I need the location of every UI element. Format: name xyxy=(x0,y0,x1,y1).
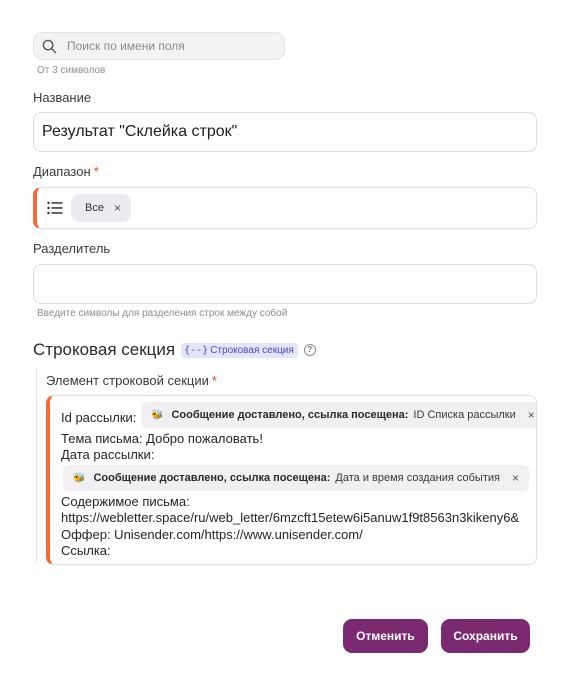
editor-line-offer: Оффер: Unisender.com/https://www.unisend… xyxy=(61,527,363,542)
bee-icon: 🐝 xyxy=(151,409,164,421)
field-search[interactable] xyxy=(33,32,285,60)
search-input[interactable] xyxy=(67,39,267,53)
editor-line-id: Id рассылки: xyxy=(61,410,137,425)
bee-icon: 🐝 xyxy=(73,472,86,484)
badge-label: Строковая секция xyxy=(210,344,294,356)
editor-line-link: Ссылка: xyxy=(61,543,111,558)
event-tag: 🐝 Сообщение доставлено, ссылка посещена:… xyxy=(63,465,529,491)
range-chip: Все × xyxy=(71,194,131,222)
braces-icon: {--} xyxy=(184,344,209,356)
help-icon[interactable]: ? xyxy=(303,344,316,356)
search-hint: От 3 символов xyxy=(37,65,106,76)
required-mark: * xyxy=(211,373,217,388)
row-section-badge: {--} Строковая секция xyxy=(181,342,298,358)
element-editor[interactable]: Id рассылки: 🐝 Сообщение доставлено, ссы… xyxy=(46,395,537,565)
save-button[interactable]: Сохранить xyxy=(441,619,530,653)
range-label-text: Диапазон xyxy=(33,164,91,179)
editor-line-subject: Тема письма: Добро пожаловать! xyxy=(61,431,263,446)
chip-close-icon[interactable]: × xyxy=(114,201,121,215)
range-input[interactable]: Все × xyxy=(33,187,537,229)
event-tag-value: ID Списка рассылки xyxy=(413,409,516,421)
element-label: Элемент строковой секции * xyxy=(46,373,217,388)
name-input[interactable]: Результат "Склейка строк" xyxy=(33,112,537,152)
editor-line-content: Содержимое письма: xyxy=(61,494,190,509)
name-label: Название xyxy=(33,90,92,105)
tag-close-icon[interactable]: × xyxy=(512,471,519,485)
separator-label: Разделитель xyxy=(33,241,111,256)
search-icon xyxy=(42,39,57,53)
row-section-header: Строковая секция {--} Строковая секция ? xyxy=(33,340,316,360)
required-mark: * xyxy=(93,164,99,179)
editor-line-url: https://webletter.space/ru/web_letter/6m… xyxy=(61,510,520,525)
event-tag-event: Сообщение доставлено, ссылка посещена: xyxy=(171,409,409,421)
tag-close-icon[interactable]: × xyxy=(528,408,535,422)
name-value: Результат "Склейка строк" xyxy=(42,123,238,140)
separator-input[interactable] xyxy=(33,264,537,304)
event-tag-value: Дата и время создания события xyxy=(335,472,500,484)
editor-line-date: Дата рассылки: xyxy=(61,447,155,462)
range-chip-label: Все xyxy=(85,202,104,214)
separator-hint: Введите символы для разделения строк меж… xyxy=(37,308,288,319)
event-tag: 🐝 Сообщение доставлено, ссылка посещена:… xyxy=(141,402,536,428)
element-label-text: Элемент строковой секции xyxy=(46,373,209,388)
row-section-line xyxy=(36,368,37,564)
row-section-title: Строковая секция xyxy=(33,340,176,359)
event-tag-event: Сообщение доставлено, ссылка посещена: xyxy=(93,472,331,484)
list-icon xyxy=(47,201,63,215)
cancel-button[interactable]: Отменить xyxy=(343,619,428,653)
range-label: Диапазон * xyxy=(33,164,99,179)
